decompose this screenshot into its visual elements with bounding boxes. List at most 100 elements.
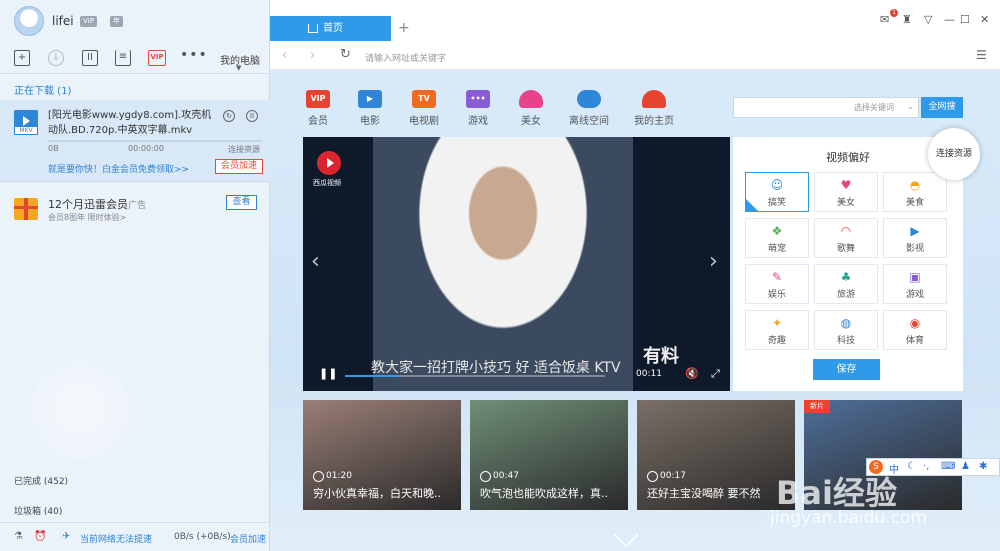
start-icon[interactable]: ↓ [48, 50, 64, 66]
vip-badge: VIP [80, 16, 98, 27]
pref-item[interactable]: ◉ 体育 [883, 310, 947, 350]
pref-item[interactable]: ▣ 游戏 [883, 264, 947, 304]
moon-icon[interactable]: ☾ [907, 461, 916, 472]
video-duration: 01:20 [313, 471, 352, 482]
delete-icon[interactable]: ≡ [115, 50, 131, 66]
chevron-down-icon[interactable]: ⌄ [907, 102, 914, 111]
trash-category[interactable]: 垃圾箱 (40) [14, 504, 62, 517]
tab-home[interactable]: 首页 [270, 16, 391, 41]
close-button[interactable]: ✕ [980, 13, 989, 26]
pref-item[interactable]: ✎ 娱乐 [745, 264, 809, 304]
more-icon[interactable]: ••• [180, 48, 207, 66]
video-title: 穷小伙真幸福，白天和晚.. [313, 487, 441, 500]
category-game[interactable]: ••• 游戏 [458, 90, 498, 127]
keyboard-icon[interactable]: ⌨ [941, 461, 955, 472]
settings-menu-icon[interactable]: ▽ [924, 13, 932, 26]
pref-label: 科技 [836, 336, 855, 346]
game-icon: ••• [466, 90, 490, 108]
refresh-icon[interactable]: ↻ [340, 47, 351, 62]
category-label: 游戏 [468, 116, 488, 127]
video-player[interactable]: 西瓜视频 ‹ › 教大家一招打牌小技巧 好 适合饭桌 KTV 有料 00:11 … [303, 137, 730, 391]
fullscreen-icon[interactable]: ⤢ [711, 367, 720, 381]
pref-item[interactable]: ▶ 影视 [883, 218, 947, 258]
connect-resource-button[interactable]: 连接资源 [928, 128, 980, 180]
back-icon[interactable]: ‹ [282, 48, 287, 63]
ad-view-button[interactable]: 查看 [226, 195, 257, 210]
pref-item[interactable]: ❖ 萌宠 [745, 218, 809, 258]
search-scope-select[interactable]: 选择关键词 [854, 102, 894, 113]
pref-label: 娱乐 [767, 290, 786, 300]
address-input[interactable]: 请输入网址或关键字 [365, 51, 446, 64]
user-bar: lifei VIP 年 [0, 0, 270, 42]
player-seekbar-fill [345, 375, 397, 377]
pause-icon[interactable]: ❚❚ [319, 367, 337, 380]
chevron-down-icon[interactable]: ▼ [236, 64, 241, 72]
search-input[interactable]: 选择关键词 ⌄ [733, 97, 919, 118]
pause-task-icon[interactable]: II [246, 110, 258, 122]
completed-category[interactable]: 已完成 (452) [14, 474, 68, 487]
pref-label: 萌宠 [767, 244, 786, 254]
vip-icon[interactable]: VIP [148, 50, 166, 66]
home-icon [308, 24, 318, 33]
vip-promo-link[interactable]: 就是要你快！白金会员免费领取>> [48, 162, 189, 175]
download-task[interactable]: MKV [阳光电影www.ygdy8.com].攻壳机动队.BD.720p.中英… [0, 100, 270, 182]
player-seekbar[interactable] [345, 375, 605, 377]
pref-item[interactable]: ◠ 歌舞 [814, 218, 878, 258]
pref-item[interactable]: ♥ 美女 [814, 172, 878, 212]
background-globe [30, 360, 130, 460]
pref-item[interactable]: ◓ 美食 [883, 172, 947, 212]
network-warning[interactable]: 当前网络无法提速 [80, 532, 152, 545]
category-movie[interactable]: ▶ 电影 [350, 90, 390, 127]
mute-icon[interactable]: 🔇 [685, 367, 699, 380]
pref-icon: ▣ [909, 270, 921, 284]
skin-icon[interactable]: ♜ [902, 13, 912, 26]
add-tab-button[interactable]: + [398, 20, 410, 36]
pref-label: 旅游 [836, 290, 855, 300]
vip-speed-link[interactable]: 会员加速 [230, 532, 266, 545]
ad-tag: - 广告 [122, 201, 147, 211]
tools-icon[interactable]: ✱ [979, 461, 987, 472]
category-vip[interactable]: VIP 会员 [298, 90, 338, 127]
username[interactable]: lifei [52, 14, 74, 28]
menu-icon[interactable]: ☰ [976, 48, 987, 62]
video-card[interactable]: 01:20 穷小伙真幸福，白天和晚.. [303, 400, 461, 510]
open-folder-icon[interactable]: ↻ [223, 110, 235, 122]
category-cloud[interactable]: 离线空间 [569, 90, 609, 127]
plane-icon: ✈ [62, 531, 71, 542]
search-all-button[interactable]: 全网搜 [921, 97, 963, 118]
video-card[interactable]: 00:17 还好主宝没喝醉 要不然 [637, 400, 795, 510]
user-icon[interactable]: ♟ [961, 461, 970, 472]
category-homepage[interactable]: 我的主页 [634, 90, 674, 127]
pref-item[interactable]: ◍ 科技 [814, 310, 878, 350]
pref-label: 体育 [905, 336, 924, 346]
cloud-icon [577, 90, 601, 108]
scroll-down-icon[interactable] [613, 522, 639, 548]
address-bar: ‹ › ↻ 请输入网址或关键字 ☰ [270, 42, 1000, 70]
prev-arrow-icon[interactable]: ‹ [311, 249, 320, 274]
video-card[interactable]: 00:47 吹气泡也能吹成这样，真.. [470, 400, 628, 510]
downloading-header[interactable]: 正在下载 (1) [14, 82, 71, 97]
next-arrow-icon[interactable]: › [709, 249, 718, 274]
category-beauty[interactable]: 美女 [511, 90, 551, 127]
minimize-button[interactable]: — [944, 13, 955, 26]
vip-accelerate-button[interactable]: 会员加速 [215, 159, 263, 174]
maximize-button[interactable]: ☐ [960, 13, 970, 26]
category-label: 会员 [308, 116, 328, 127]
flask-icon[interactable]: ⚗ [14, 531, 24, 543]
new-task-icon[interactable]: + [14, 50, 30, 66]
category-tv[interactable]: TV 电视剧 [404, 90, 444, 127]
pref-label: 游戏 [905, 290, 924, 300]
punctuation-icon[interactable]: ·, [923, 461, 929, 472]
pause-icon[interactable]: II [82, 50, 98, 66]
check-icon [746, 199, 758, 211]
save-button[interactable]: 保存 [813, 359, 880, 380]
message-icon[interactable]: ✉ [880, 13, 889, 26]
pref-icon: ◉ [909, 316, 921, 330]
ad-item[interactable]: 12个月迅雷会员 - 广告 会员8图年 限时体验> 查看 [0, 190, 270, 230]
avatar[interactable] [14, 6, 44, 36]
pref-item[interactable]: ☺ 搞笑 [745, 172, 809, 212]
pref-item[interactable]: ♣ 旅游 [814, 264, 878, 304]
forward-icon[interactable]: › [310, 48, 315, 63]
alarm-icon[interactable]: ⏰ [34, 531, 46, 543]
pref-item[interactable]: ✦ 奇趣 [745, 310, 809, 350]
